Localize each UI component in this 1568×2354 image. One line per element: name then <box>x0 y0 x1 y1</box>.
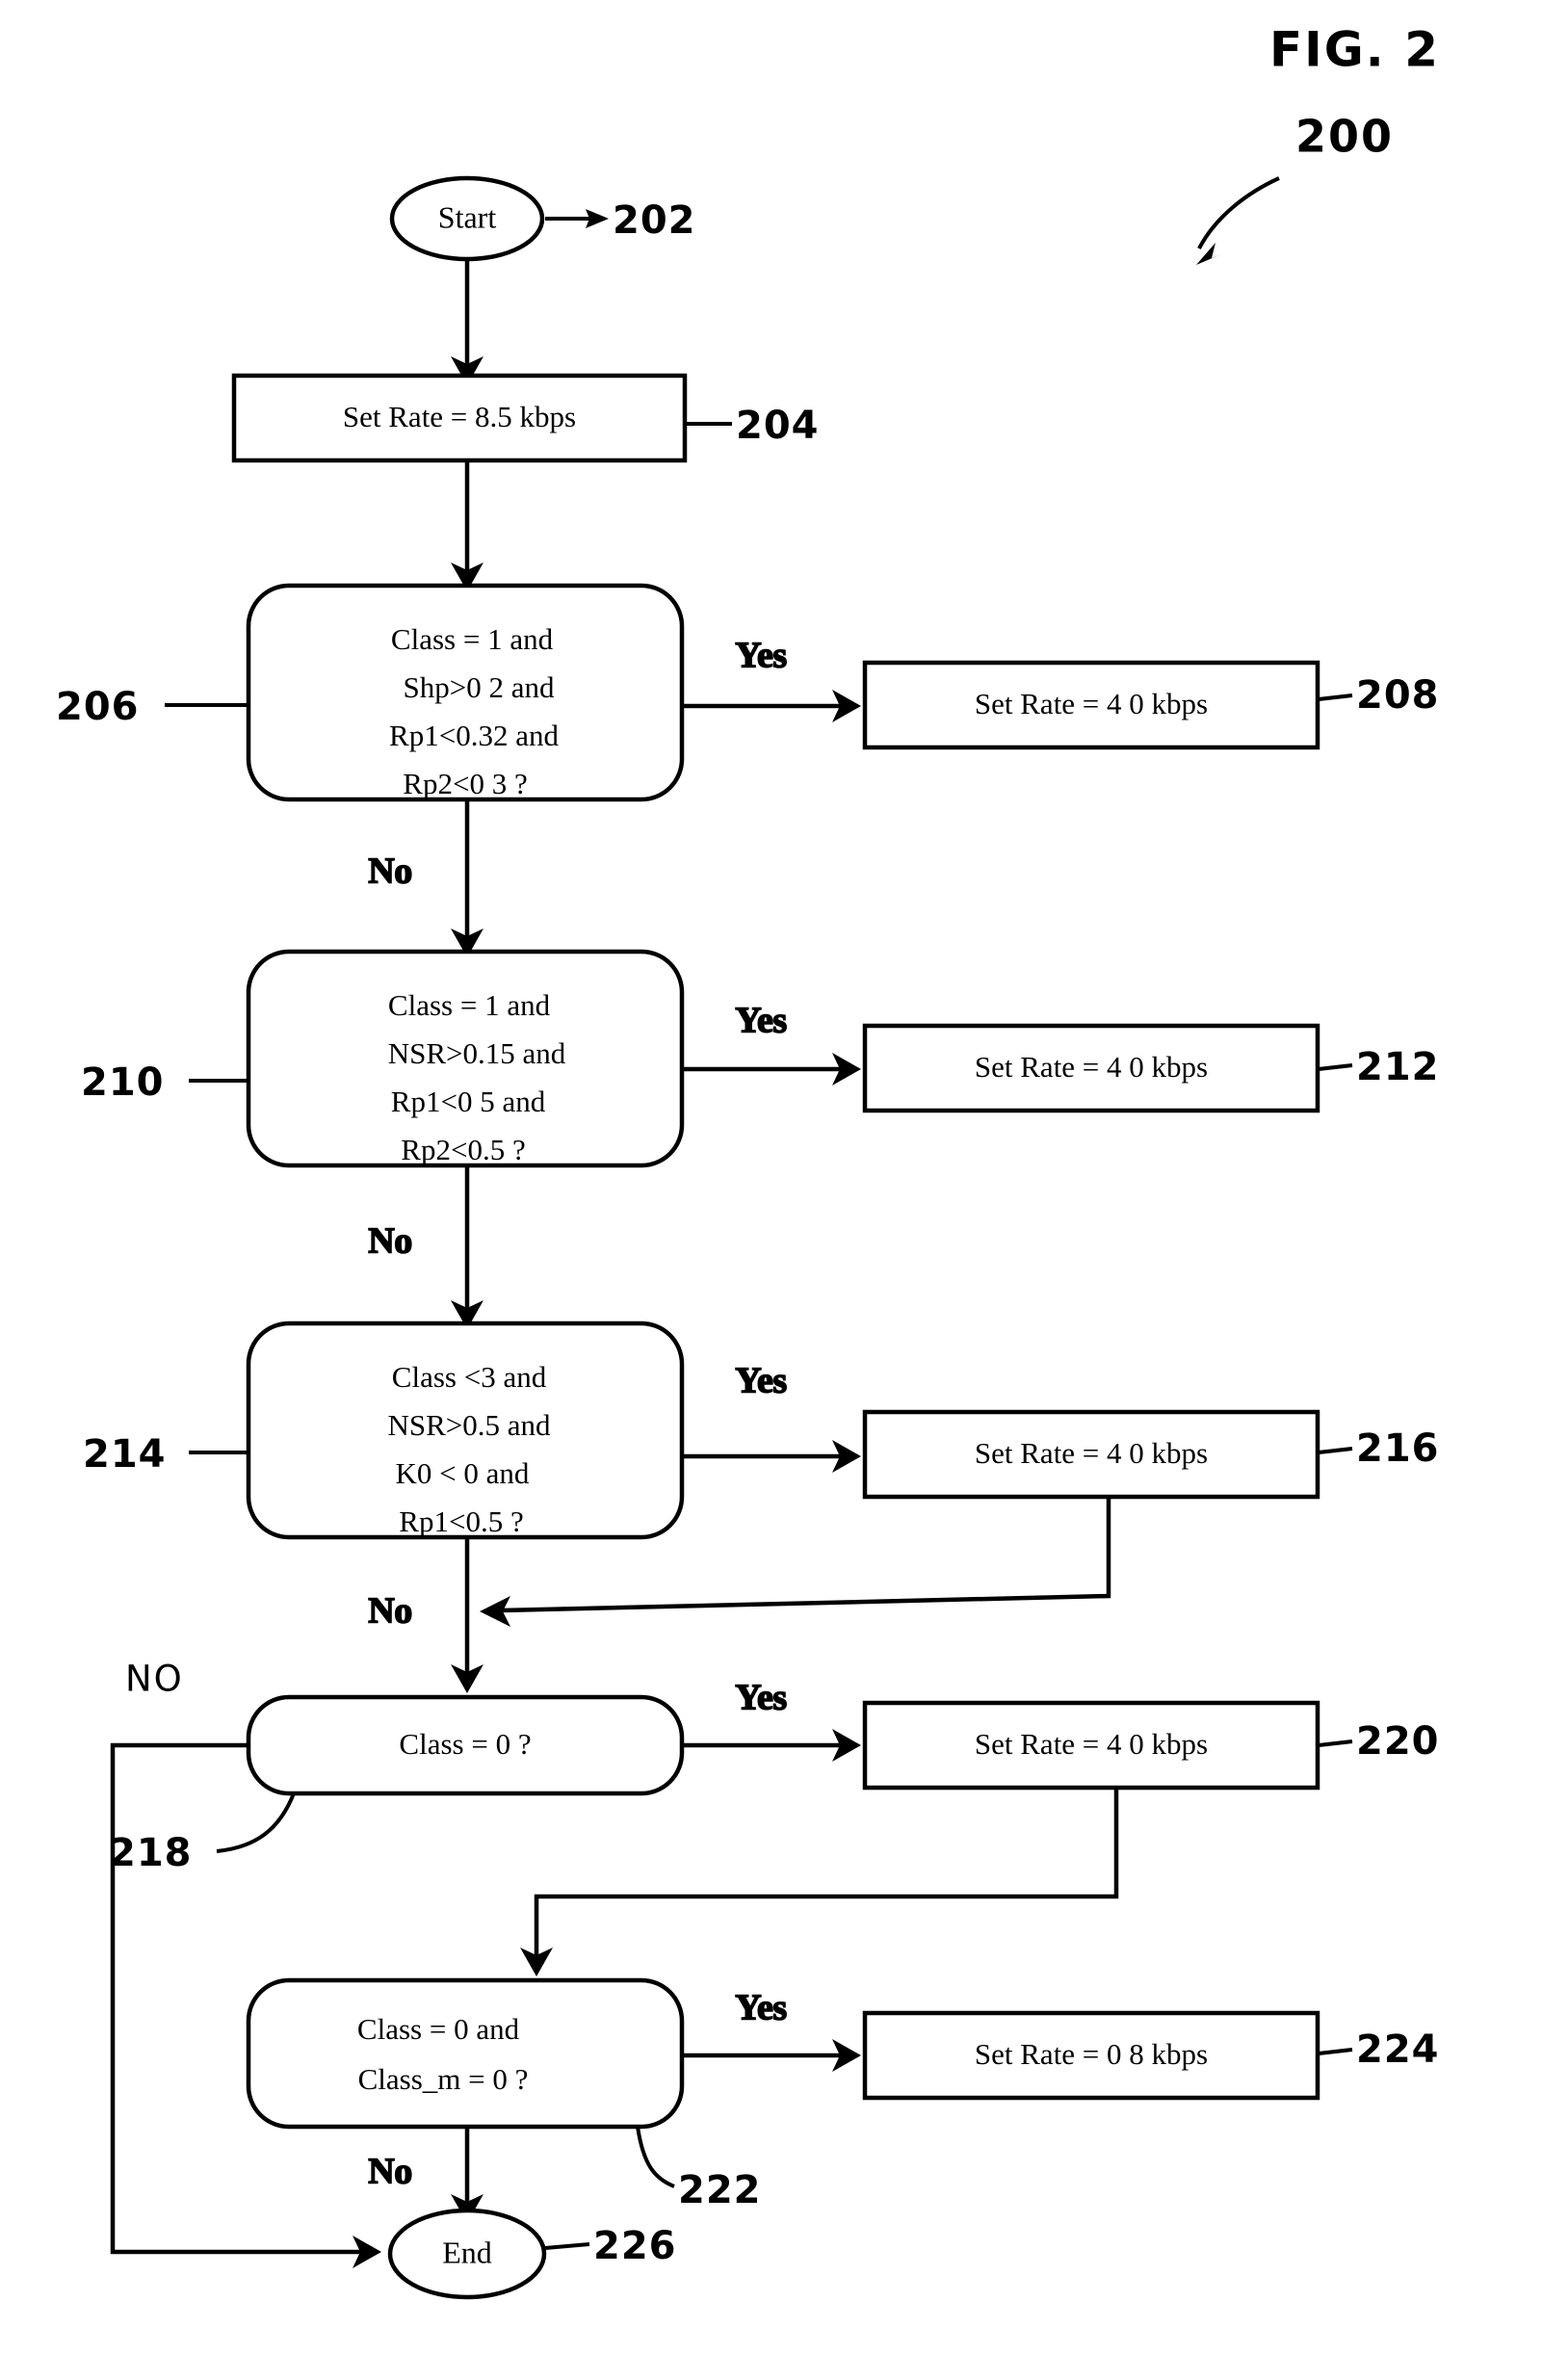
decision-214-ref-label: 214 <box>83 1432 167 1477</box>
figure-title: FIG. 2 <box>1269 22 1440 78</box>
decision-206-line-3: Rp1<0.32 and <box>389 719 559 752</box>
figure-canvas: FIG. 2 200 Start 202 Set Rate = 8.5 kbps… <box>0 0 1568 2354</box>
decision-210-ref-label: 210 <box>81 1060 165 1105</box>
start-label: Start <box>438 199 497 234</box>
decision-222-box[interactable] <box>246 1977 685 2130</box>
decision-206-line-4: Rp2<0 3 ? <box>403 767 527 800</box>
decision-222-ref-leader <box>636 2126 675 2188</box>
end-ref-leader <box>544 2242 590 2250</box>
branch-label-yes-206: Yes <box>735 636 786 676</box>
branch-label-no-218: NO <box>125 1659 184 1700</box>
decision-206-ref-label: 206 <box>56 685 140 729</box>
process-216-label: Set Rate = 4 0 kbps <box>975 1436 1208 1470</box>
process-204-ref-label: 204 <box>736 404 820 448</box>
branch-label-no-222: No <box>368 2152 411 2192</box>
decision-214-line-3: K0 < 0 and <box>396 1456 530 1490</box>
end-ref-label: 226 <box>593 2224 677 2268</box>
connector-220-to-222 <box>534 1790 1119 1958</box>
branch-label-yes-214: Yes <box>735 1361 786 1401</box>
decision-210-line-2: NSR>0.15 and <box>388 1036 566 1070</box>
decision-222-ref-label: 222 <box>678 2168 762 2212</box>
process-224-ref-leader <box>1318 2048 1353 2055</box>
decision-218-ref-label: 218 <box>109 1831 193 1875</box>
process-204-label: Set Rate = 8.5 kbps <box>343 400 576 433</box>
process-212-ref-label: 212 <box>1356 1045 1440 1089</box>
branch-label-yes-222: Yes <box>735 1988 786 2028</box>
end-label: End <box>442 2235 492 2269</box>
branch-label-no-214: No <box>368 1591 411 1632</box>
decision-214-line-1: Class <3 and <box>392 1360 547 1394</box>
decision-218-ref-leader <box>216 1792 296 1853</box>
figure-reference-numeral: 200 <box>1295 111 1394 163</box>
process-220-ref-leader <box>1318 1739 1353 1747</box>
process-208-ref-label: 208 <box>1356 673 1440 718</box>
decision-218-line-1: Class = 0 ? <box>399 1727 531 1761</box>
process-208-label: Set Rate = 4 0 kbps <box>975 687 1208 720</box>
branch-label-no-210: No <box>368 1221 411 1262</box>
decision-214-line-2: NSR>0.5 and <box>387 1408 551 1442</box>
flowchart-svg: FIG. 2 200 Start 202 Set Rate = 8.5 kbps… <box>56 22 1440 2300</box>
branch-label-yes-210: Yes <box>735 1001 786 1041</box>
process-208-ref-leader <box>1318 693 1353 701</box>
decision-206-line-1: Class = 1 and <box>391 622 554 656</box>
branch-label-no-206: No <box>368 851 411 892</box>
start-ref-label: 202 <box>613 198 696 243</box>
decision-222-line-2: Class_m = 0 ? <box>358 2062 529 2096</box>
branch-label-yes-218: Yes <box>735 1678 786 1718</box>
process-216-ref-leader <box>1318 1447 1353 1454</box>
process-224-ref-label: 224 <box>1356 2027 1440 2072</box>
process-212-ref-leader <box>1318 1063 1353 1071</box>
process-212-label: Set Rate = 4 0 kbps <box>975 1050 1208 1084</box>
process-216-ref-label: 216 <box>1356 1426 1440 1471</box>
process-220-label: Set Rate = 4 0 kbps <box>975 1727 1208 1761</box>
decision-214-line-4: Rp1<0.5 ? <box>399 1504 523 1538</box>
decision-210-line-1: Class = 1 and <box>388 988 551 1022</box>
decision-210-line-3: Rp1<0 5 and <box>391 1085 546 1118</box>
decision-206-line-2: Shp>0 2 and <box>404 670 555 704</box>
decision-222-line-1: Class = 0 and <box>357 2012 520 2046</box>
figure-ref-leader-arrow <box>1197 176 1280 249</box>
process-220-ref-label: 220 <box>1356 1719 1440 1764</box>
decision-210-line-4: Rp2<0.5 ? <box>401 1133 525 1166</box>
process-224-label: Set Rate = 0 8 kbps <box>975 2037 1208 2071</box>
